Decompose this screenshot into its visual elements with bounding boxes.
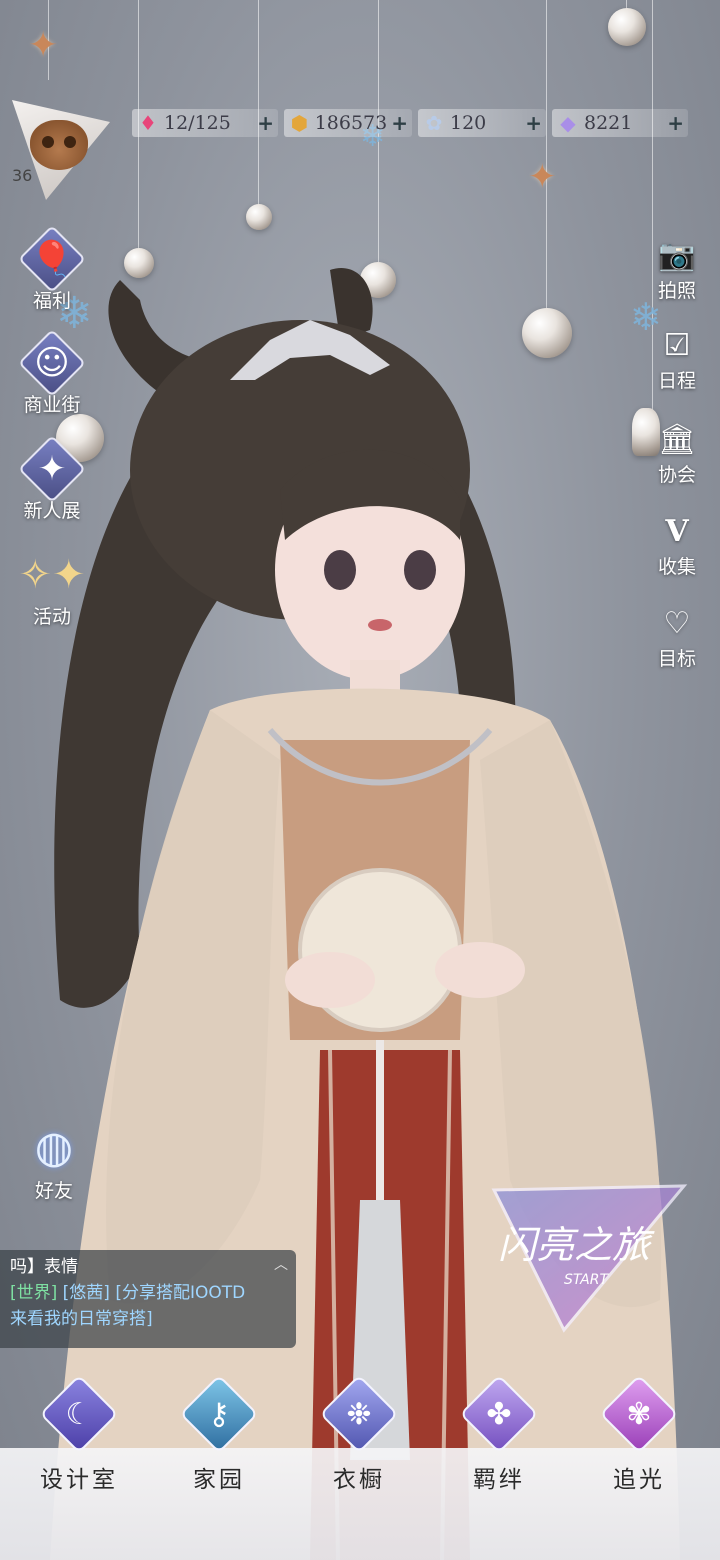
key-icon: ⚷ <box>208 1396 230 1432</box>
star-ornament-icon: ✦ <box>28 25 59 66</box>
gold-coin-icon: ⬢ <box>290 111 309 135</box>
stamina-value: 12/125 <box>164 112 231 134</box>
player-level: 36 <box>12 166 33 185</box>
heart-gem-icon: ♦ <box>139 111 157 135</box>
currency-diamond: ◆ 8221 + <box>552 109 688 137</box>
add-gold-button[interactable]: + <box>391 111 408 135</box>
currency-gold: ⬢ 186573 + <box>284 109 412 137</box>
friends-button[interactable]: ◍ 好友 <box>18 1120 90 1203</box>
nav-bond[interactable]: ✤ 羁绊 <box>434 1374 564 1494</box>
chat-line-1: 吗】表情 <box>10 1257 78 1277</box>
nav-design-label: 设计室 <box>40 1467 118 1493</box>
star-ornament-icon: ✦ <box>528 157 557 197</box>
gold-value: 186573 <box>314 112 388 134</box>
currency-crystal: ✿ 120 + <box>418 109 546 137</box>
currency-bar: ♦ 12/125 + ⬢ 186573 + ✿ 120 + ◆ 8221 + <box>132 108 704 138</box>
chat-message[interactable]: [分享搭配IOOTD <box>115 1283 245 1303</box>
start-journey-button[interactable]: 闪亮之旅 START <box>484 1180 694 1340</box>
hot-air-balloon-icon: 🎈 <box>30 239 74 279</box>
nav-chase-label: 追光 <box>613 1467 665 1493</box>
crystal-flower-icon: ✿ <box>425 111 443 135</box>
chat-channel: [世界] <box>10 1283 58 1303</box>
pearl-ornament <box>608 8 646 46</box>
add-stamina-button[interactable]: + <box>257 111 274 135</box>
crystal-value: 120 <box>450 112 487 134</box>
avatar-portrait <box>30 120 88 170</box>
snow-crystal-icon: ❉ <box>346 1396 372 1432</box>
nav-design-room[interactable]: ☾ 设计室 <box>14 1374 144 1494</box>
currency-stamina: ♦ 12/125 + <box>132 109 278 137</box>
character-model <box>50 268 680 1560</box>
moon-pen-icon: ☾ <box>65 1396 93 1432</box>
nav-bond-label: 羁绊 <box>473 1467 525 1493</box>
shopping-bag-icon: ☺ <box>34 343 70 383</box>
crystal-fan-icon: ✦ <box>37 449 67 489</box>
diamond-icon: ◆ <box>560 111 576 135</box>
start-badge-title: 闪亮之旅 <box>498 1223 655 1267</box>
nav-home[interactable]: ⚷ 家园 <box>154 1374 284 1494</box>
chat-panel[interactable]: ︿ 吗】表情 [世界] [悠茜] [分享搭配IOOTD 来看我的日常穿搭] <box>0 1250 296 1348</box>
player-avatar[interactable]: 36 <box>10 100 110 200</box>
chevron-up-icon[interactable]: ︿ <box>274 1252 288 1278</box>
friends-bubble-icon: ◍ <box>34 1122 74 1173</box>
nav-home-label: 家园 <box>193 1467 245 1493</box>
nav-chase-light[interactable]: ✾ 追光 <box>574 1374 704 1494</box>
chat-user[interactable]: [悠茜] <box>63 1283 110 1303</box>
nav-wardrobe-label: 衣橱 <box>333 1467 385 1493</box>
chat-line-2: [世界] [悠茜] [分享搭配IOOTD <box>10 1280 286 1306</box>
pearl-ornament <box>246 204 272 230</box>
nav-wardrobe[interactable]: ❉ 衣橱 <box>294 1374 424 1494</box>
add-crystal-button[interactable]: + <box>525 111 542 135</box>
start-badge-graphic: 闪亮之旅 START <box>491 1184 688 1333</box>
stars-icon: ✧✦ <box>18 552 86 598</box>
butterfly-icon: ✾ <box>626 1396 652 1432</box>
friends-label: 好友 <box>34 1180 73 1202</box>
chat-line-3[interactable]: 来看我的日常穿搭] <box>10 1306 286 1332</box>
diamond-value: 8221 <box>584 112 633 134</box>
clover-icon: ✤ <box>486 1396 512 1432</box>
add-diamond-button[interactable]: + <box>667 111 684 135</box>
start-badge-subtitle: START <box>564 1272 609 1288</box>
